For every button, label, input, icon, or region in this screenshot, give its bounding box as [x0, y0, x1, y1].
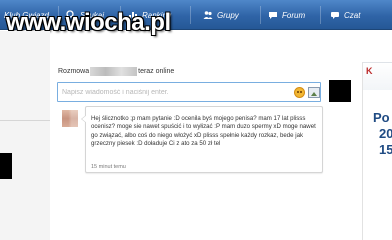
chat-icon [331, 12, 339, 19]
left-panel [0, 31, 50, 240]
blurred-username [90, 67, 138, 76]
image-icon[interactable] [308, 87, 320, 98]
right-panel: K Po 20 15 [362, 62, 392, 240]
nav-item-grupy[interactable]: Grupy [203, 8, 239, 22]
emoji-icon[interactable] [294, 87, 305, 98]
forum-icon [269, 12, 277, 19]
avatar[interactable] [62, 110, 78, 127]
censor-block [0, 153, 12, 179]
message-input[interactable] [62, 86, 282, 99]
right-panel-letter: K [366, 66, 373, 76]
nav-item-forum[interactable]: Forum [268, 8, 305, 22]
nav-item-label: Forum [282, 10, 306, 20]
chat-title: Rozmowa teraz online [58, 67, 174, 76]
right-panel-line: 15 [379, 142, 392, 157]
message-input-box [57, 82, 321, 102]
message-timestamp: 15 minut temu [91, 164, 126, 170]
message-bubble: Hej ślicznotko ;p mam pytanie :D ocenila… [81, 106, 323, 173]
page: Klub Gwiazd Szukaj Ranking Grupy Forum C… [0, 0, 392, 240]
message-text: Hej ślicznotko ;p mam pytanie :D ocenila… [91, 115, 316, 148]
nav-item-czat[interactable]: Czat [330, 8, 360, 22]
chat-title-suffix: teraz online [138, 68, 175, 75]
nav-separator [260, 6, 261, 24]
censor-block [329, 80, 351, 102]
nav-separator [190, 6, 191, 24]
chat-title-prefix: Rozmowa [58, 68, 90, 75]
right-panel-line: Po [373, 110, 390, 125]
nav-separator [320, 6, 321, 24]
right-panel-header: K [363, 62, 392, 90]
nav-item-label: Czat [344, 10, 361, 20]
divider [0, 120, 50, 121]
nav-item-label: Grupy [217, 10, 239, 20]
group-icon [203, 11, 213, 19]
right-panel-line: 20 [379, 126, 392, 141]
